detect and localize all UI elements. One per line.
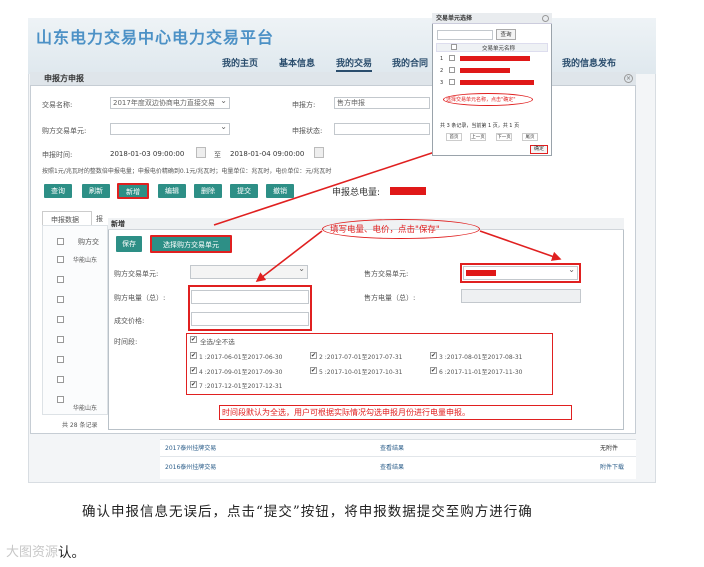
popup-row-index: 3 — [440, 80, 444, 86]
popup-row-index: 2 — [440, 68, 444, 74]
popup-row-name[interactable] — [460, 56, 530, 61]
close-icon[interactable] — [542, 15, 549, 22]
watermark: 大图资源 — [6, 545, 59, 560]
popup-row-checkbox[interactable] — [449, 79, 455, 85]
popup-pager: 共 3 条记录，当前第 1 页，共 1 页 — [440, 123, 520, 129]
bottom-row-name[interactable]: 2016泰州挂牌交易 — [165, 462, 216, 471]
popup-search-input[interactable] — [437, 30, 493, 40]
bottom-row-action[interactable]: 查看结果 — [380, 443, 404, 452]
popup-first-page[interactable]: 首页 — [446, 133, 462, 141]
popup-prev-page[interactable]: 上一页 — [470, 133, 486, 141]
bottom-row-name[interactable]: 2017泰州挂牌交易 — [165, 443, 216, 452]
popup-confirm-button[interactable]: 确定 — [530, 145, 548, 154]
popup-note: 选择交易单元名称，点击"确定" — [446, 97, 516, 103]
popup-title: 交易单元选择 — [432, 13, 552, 24]
caption-line-1: 确认申报信息无误后，点击“提交”按钮，将申报数据提交至购方进行确 — [82, 504, 533, 520]
caption-line-2: 认。 — [58, 545, 85, 561]
bottom-row-extra[interactable]: 附件下载 — [600, 462, 624, 471]
bottom-row-action[interactable]: 查看结果 — [380, 462, 404, 471]
popup-select-all[interactable] — [451, 44, 457, 50]
popup-row-checkbox[interactable] — [449, 67, 455, 73]
annotation-arrows — [213, 103, 562, 282]
row-divider — [160, 456, 636, 457]
popup-search-button[interactable]: 查询 — [496, 29, 516, 40]
popup-row-index: 1 — [440, 56, 444, 62]
popup-row-name[interactable] — [460, 68, 510, 73]
popup-last-page[interactable]: 尾页 — [522, 133, 538, 141]
popup-row-name[interactable] — [460, 80, 534, 85]
popup-next-page[interactable]: 下一页 — [496, 133, 512, 141]
popup-col-header: 交易单元名称 — [482, 46, 516, 52]
popup-row-checkbox[interactable] — [449, 55, 455, 61]
bottom-row-extra: 无附件 — [600, 445, 619, 452]
